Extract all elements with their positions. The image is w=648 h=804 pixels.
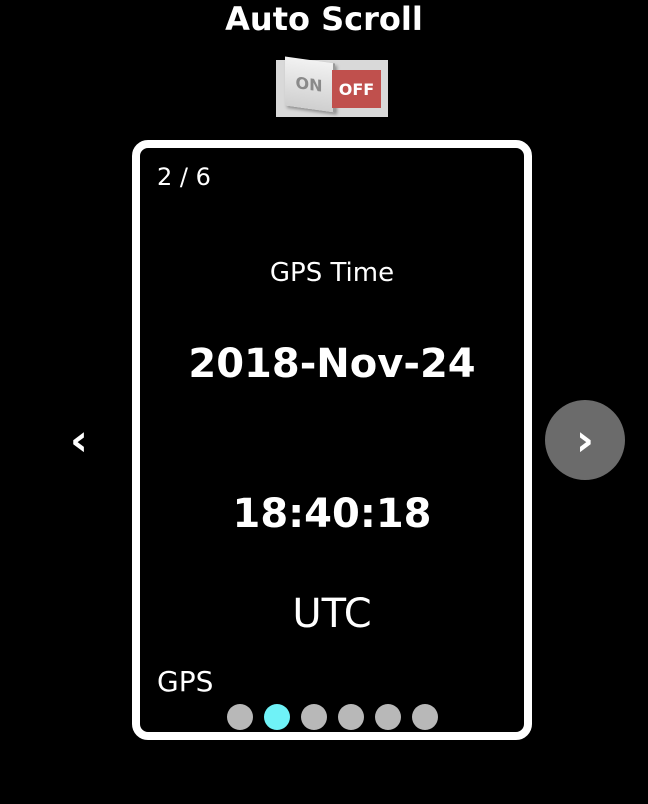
page-title: Auto Scroll <box>225 0 423 38</box>
pagination-dot[interactable] <box>300 704 327 730</box>
gps-time: 18:40:18 <box>232 491 432 537</box>
pagination-dot[interactable] <box>411 704 438 730</box>
next-slide-button[interactable]: › <box>545 400 625 480</box>
pagination-dot[interactable] <box>263 704 290 730</box>
info-card: 2 / 6 GPS Time 2018-Nov-24 18:40:18 UTC … <box>132 140 532 740</box>
chevron-right-icon: › <box>575 414 595 466</box>
data-source: GPS <box>157 665 214 698</box>
gps-date: 2018-Nov-24 <box>188 341 476 387</box>
toggle-off-label: OFF <box>332 70 381 108</box>
pagination-dots <box>140 704 524 730</box>
timezone: UTC <box>292 591 372 637</box>
page-counter: 2 / 6 <box>157 163 211 191</box>
card-label: GPS Time <box>269 258 395 288</box>
pagination-dot[interactable] <box>337 704 364 730</box>
pagination-dot[interactable] <box>226 704 253 730</box>
auto-scroll-toggle[interactable]: ON OFF <box>276 56 388 117</box>
chevron-left-icon: ‹ <box>69 414 89 466</box>
toggle-on-label: ON <box>285 56 335 113</box>
prev-slide-button[interactable]: ‹ <box>52 400 106 480</box>
page: Auto Scroll ON OFF ‹ 2 / 6 GPS Time 2018… <box>0 0 648 804</box>
pagination-dot[interactable] <box>374 704 401 730</box>
